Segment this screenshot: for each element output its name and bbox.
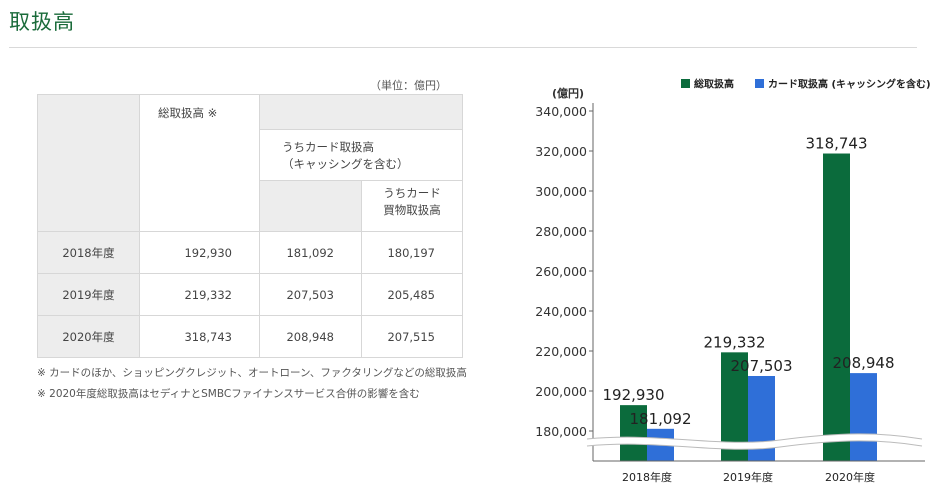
data-label-card: 181,092 (629, 410, 691, 428)
row-year: 2020年度 (37, 315, 140, 358)
cell-shopping: 205,485 (361, 273, 463, 316)
data-label-total: 318,743 (805, 135, 867, 153)
x-tick-label: 2018年度 (622, 470, 672, 484)
cell-total: 219,332 (139, 273, 260, 316)
bar-chart: (億円) 総取扱高 カード取扱高 (キャッシングを含む) 180,000 200,000… (535, 78, 930, 485)
x-tick-label: 2019年度 (723, 470, 773, 484)
unit-note: （単位：億円） (370, 79, 447, 92)
table-row: 2019年度 219,332 207,503 205,485 (37, 273, 463, 316)
legend-total-label: 総取扱高 (694, 78, 734, 91)
transaction-table: 総取扱高 ※ うちカード取扱高 （キャッシングを含む） うちカード 買物取扱高 … (37, 94, 463, 358)
row-year: 2018年度 (37, 231, 140, 274)
header-total: 総取扱高 ※ (139, 94, 260, 232)
legend-card-label: カード取扱高 (キャッシングを含む) (768, 78, 930, 91)
data-label-total: 192,930 (602, 386, 664, 404)
header-top-spacer (259, 94, 463, 130)
table-row: 2018年度 192,930 181,092 180,197 (37, 231, 463, 274)
header-shopping-line2: 買物取扱高 (383, 203, 441, 217)
y-axis-unit-label: (億円) (552, 86, 584, 100)
data-label-card: 208,948 (832, 354, 894, 372)
legend-total-swatch (681, 79, 690, 88)
table-row: 2020年度 318,743 208,948 207,515 (37, 315, 463, 358)
y-tick-label: 200,000 (535, 384, 587, 399)
data-label-card: 207,503 (730, 357, 792, 375)
header-card: うちカード取扱高 （キャッシングを含む） (259, 129, 463, 181)
cell-shopping: 180,197 (361, 231, 463, 274)
row-year: 2019年度 (37, 273, 140, 316)
cell-card: 207,503 (259, 273, 362, 316)
y-tick-label: 220,000 (535, 344, 587, 359)
x-tick-label: 2020年度 (825, 470, 875, 484)
footnote-2: ※ 2020年度総取扱高はセディナとSMBCファイナンスサービス合併の影響を含む (37, 388, 420, 400)
y-tick-label: 320,000 (535, 144, 587, 159)
y-tick-label: 340,000 (535, 104, 587, 119)
page-title: 取扱高 (9, 10, 75, 34)
data-label-total: 219,332 (703, 333, 765, 351)
title-divider (9, 47, 917, 48)
bar-total (823, 153, 850, 461)
y-tick-label: 280,000 (535, 224, 587, 239)
header-shopping-line1: うちカード (383, 186, 441, 200)
y-tick-label: 180,000 (535, 424, 587, 439)
table-corner-cell (37, 94, 140, 232)
header-total-label: 総取扱高 ※ (158, 106, 218, 120)
cell-card: 208,948 (259, 315, 362, 358)
header-card-line1: うちカード取扱高 (282, 140, 374, 154)
y-tick-label: 240,000 (535, 304, 587, 319)
bar-card (850, 373, 877, 461)
header-shopping: うちカード 買物取扱高 (361, 180, 463, 232)
cell-total: 318,743 (139, 315, 260, 358)
cell-total: 192,930 (139, 231, 260, 274)
header-card-line2: （キャッシングを含む） (282, 157, 409, 171)
y-tick-label: 300,000 (535, 184, 587, 199)
y-tick-label: 260,000 (535, 264, 587, 279)
legend-card-swatch (755, 79, 764, 88)
cell-card: 181,092 (259, 231, 362, 274)
footnote-1: ※ カードのほか、ショッピングクレジット、オートローン、ファクタリングなどの総取… (37, 367, 467, 379)
header-card-spacer (259, 180, 362, 232)
cell-shopping: 207,515 (361, 315, 463, 358)
